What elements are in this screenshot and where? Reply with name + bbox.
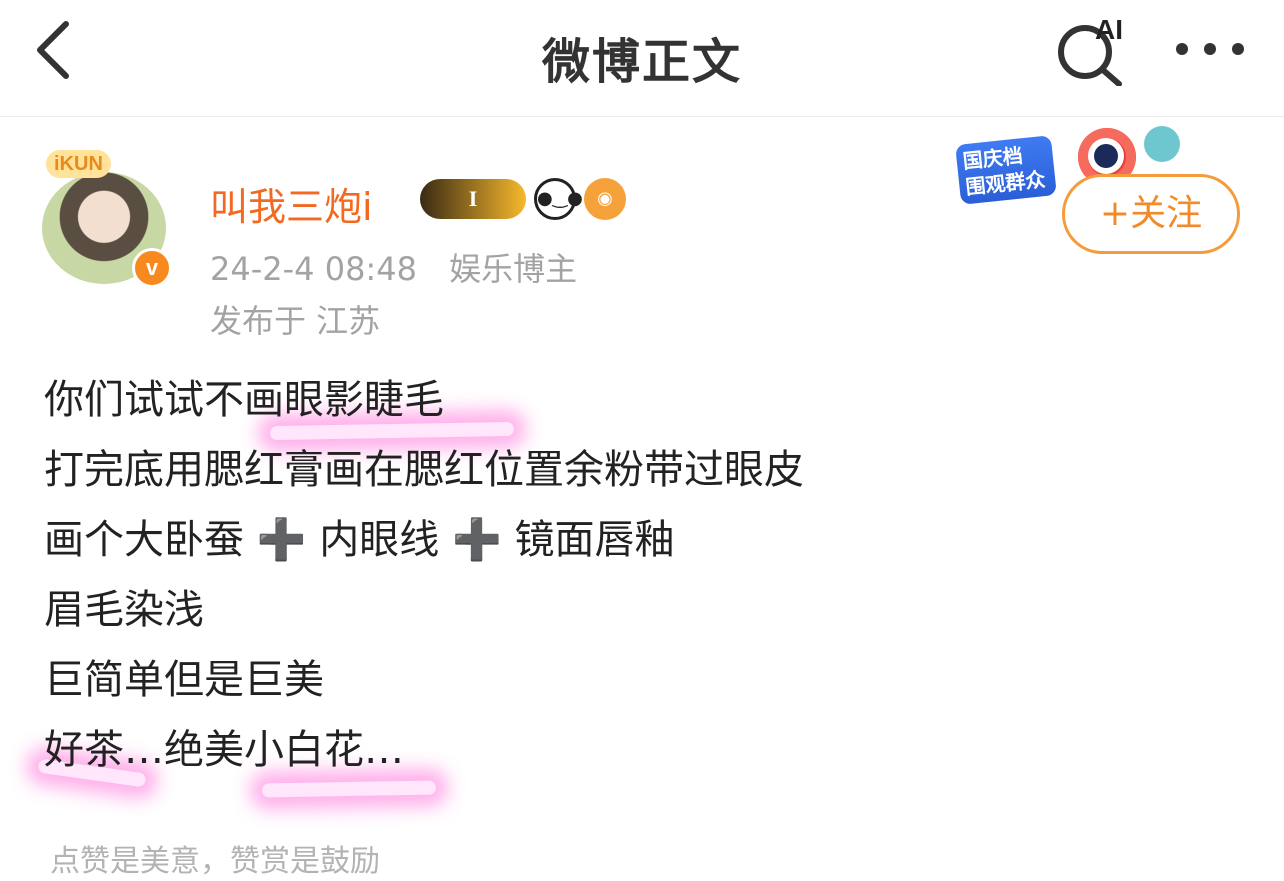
avatar-frame-badge: iKUN	[46, 150, 111, 178]
post-text-line: 巨简单但是巨美	[44, 657, 324, 703]
ai-search-button[interactable]: AI	[1055, 14, 1135, 86]
post-meta: 24-2-4 08:48 娱乐博主	[210, 244, 577, 290]
author-name[interactable]: 叫我三炮i	[210, 176, 373, 231]
post-text-line: 你们试试不画眼影睫毛	[44, 377, 444, 423]
post-text-line: 画个大卧蚕 ➕ 内眼线 ➕ 镜面唇釉	[44, 517, 675, 563]
post-text-line: 好茶…绝美小白花…	[44, 727, 404, 773]
post-text-line: 打完底用腮红膏画在腮红位置余粉带过眼皮	[44, 447, 804, 493]
film-reel-icon	[1144, 126, 1180, 162]
author-category: 娱乐博主	[449, 250, 578, 288]
top-navbar: 微博正文 AI	[0, 0, 1284, 117]
avatar[interactable]: iKUN v	[42, 150, 172, 288]
more-button[interactable]	[1170, 30, 1250, 70]
post-content: 你们试试不画眼影睫毛 打完底用腮红膏画在腮红位置余粉带过眼皮 画个大卧蚕 ➕ 内…	[44, 370, 1244, 790]
user-badges: I ●‿● ◉	[420, 176, 626, 222]
ai-label: AI	[1095, 14, 1123, 45]
more-icon-dot	[1232, 43, 1244, 55]
follow-button[interactable]: +关注	[1062, 174, 1240, 254]
post-timestamp: 24-2-4 08:48	[210, 250, 417, 288]
post-text-line: 眉毛染浅	[44, 587, 204, 633]
more-icon-dot	[1204, 43, 1216, 55]
post-location: 发布于 江苏	[210, 302, 381, 340]
reward-hint: 点赞是美意，赞赏是鼓励	[50, 844, 380, 879]
panda-icon[interactable]: ●‿●	[534, 178, 583, 220]
more-icon	[1176, 43, 1188, 55]
fish-icon[interactable]: ◉	[584, 178, 626, 220]
verified-icon: v	[132, 248, 172, 288]
promo-text: 国庆档 围观群众	[955, 135, 1057, 205]
crown-level-badge[interactable]: I	[420, 179, 526, 219]
